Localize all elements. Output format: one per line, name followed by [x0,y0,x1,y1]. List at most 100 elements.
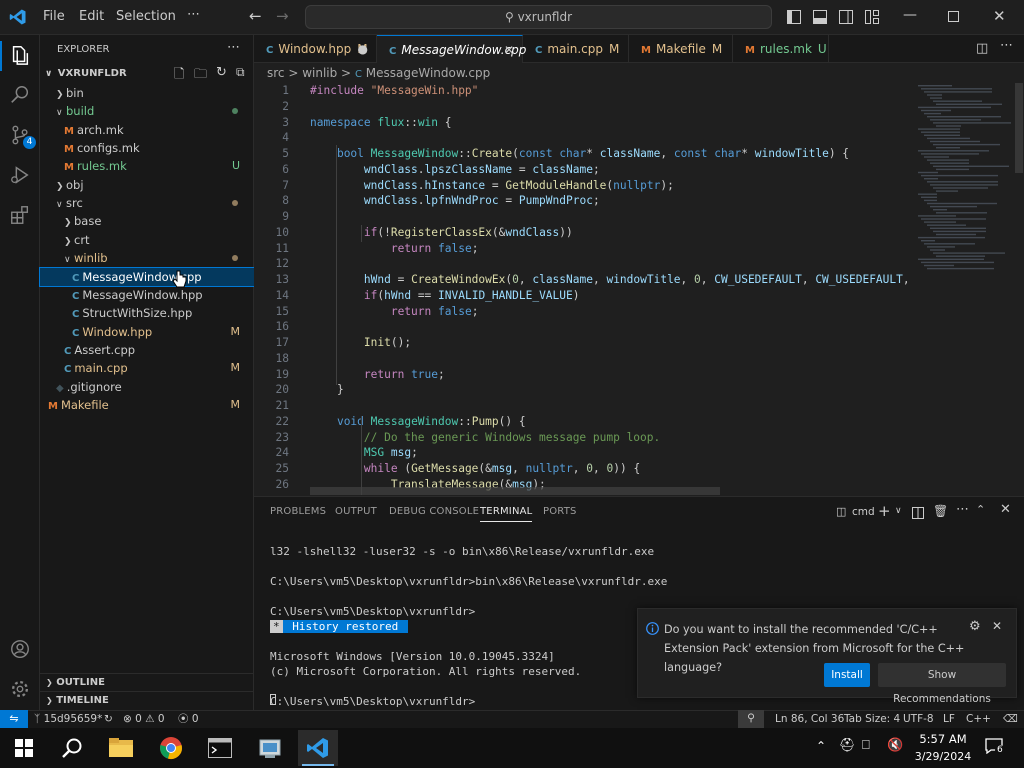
new-terminal-icon[interactable]: + [878,502,891,520]
search-icon[interactable] [6,81,34,109]
tree-item[interactable]: M Makefile M [40,396,254,414]
panel-more-icon[interactable]: ⋯ [956,502,969,517]
code-line[interactable]: namespace flux::win { [310,116,452,129]
toggle-panel-icon[interactable] [813,10,827,24]
outline-section[interactable]: ❯ OUTLINE [40,673,254,691]
split-editor-icon[interactable]: ◫ [976,41,988,56]
extensions-icon[interactable] [6,201,34,229]
editor-tab[interactable]: Mrules.mk U [733,35,829,63]
tree-item[interactable]: C StructWithSize.hpp [40,304,254,322]
code-editor[interactable]: 1 #include "MessageWin.hpp" 2 3 namespace fl… [254,83,910,495]
tree-item[interactable]: ❯ bin [40,84,254,102]
sync-icon[interactable]: ↻ [104,711,113,728]
code-line[interactable]: #include "MessageWin.hpp" [310,84,478,97]
source-control-icon[interactable]: 4 [6,121,36,149]
refresh-icon[interactable]: ↻ [216,65,227,80]
tree-item[interactable]: C MessageWindow.hpp [40,286,254,304]
code-line[interactable]: Init(); [310,336,411,349]
menu-edit[interactable]: Edit [79,9,104,24]
accounts-icon[interactable] [6,635,34,663]
notification-settings-gear-icon[interactable]: ⚙ [969,619,981,634]
editor-tab[interactable]: C Window.hpp M ● [254,35,377,63]
tree-item[interactable]: Mrules.mk U [40,157,254,175]
tree-item[interactable]: ❯ base [40,212,254,230]
panel-tab-output[interactable]: OUTPUT [335,506,377,517]
zoom-search-icon[interactable]: ⚲ [738,710,764,729]
tree-item[interactable]: ❯ obj [40,176,254,194]
back-arrow-icon[interactable]: ← [249,7,262,25]
ports-indicator[interactable]: ⦿ 0 [178,711,199,728]
manage-gear-icon[interactable] [6,675,34,703]
tree-item[interactable]: March.mk [40,121,254,139]
code-line[interactable]: bool MessageWindow::Create(const char* c… [310,147,849,160]
maximize-panel-icon[interactable]: ⌃ [976,503,985,516]
taskbar-time[interactable]: 5:57 AM [916,732,970,746]
close-window-icon[interactable]: ✕ [993,7,1006,25]
menu-more[interactable]: ⋯ [187,7,200,22]
cursor-position[interactable]: Ln 86, Col 36 [775,711,844,728]
customize-layout-icon[interactable] [865,10,879,24]
menu-selection[interactable]: Selection [116,9,176,24]
unsaved-dot-icon[interactable]: ● [358,35,368,63]
code-line[interactable]: void MessageWindow::Pump() { [310,415,526,428]
encoding[interactable]: UTF-8 [903,711,934,728]
terminal-shell-label[interactable]: cmd [852,506,875,518]
vertical-scrollbar[interactable] [1014,83,1024,495]
control-panel-icon[interactable] [254,732,286,764]
panel-tab-problems[interactable]: PROBLEMS [270,506,326,517]
close-panel-icon[interactable]: ✕ [1000,502,1011,517]
show-recommendations-button[interactable]: Show Recommendations [878,663,1006,705]
horizontal-scrollbar[interactable] [310,487,720,495]
network-tray-icon[interactable]: ⎕ [862,738,870,753]
volume-muted-icon[interactable]: 🔇 [887,738,903,753]
menu-file[interactable]: File [43,9,65,24]
chrome-icon[interactable] [155,732,187,764]
split-terminal-icon[interactable] [912,507,924,519]
command-center-search[interactable]: ⚲ vxrunfldr [305,5,772,29]
chevron-down-icon[interactable]: ∨ [895,506,902,516]
terminal-app-icon[interactable] [204,732,236,764]
code-line[interactable]: MSG msg; [310,446,418,459]
minimap[interactable] [910,83,1014,495]
minimize-icon[interactable]: — [903,7,917,23]
code-line[interactable]: wndClass.lpfnWndProc = PumpWndProc; [310,194,600,207]
code-line[interactable]: if(!RegisterClassEx(&wndClass)) [310,226,573,239]
tree-item[interactable]: C MessageWindow.cpp [39,266,255,287]
code-line[interactable]: hWnd = CreateWindowEx(0, className, wind… [310,273,910,286]
notification-close-icon[interactable]: ✕ [992,619,1002,633]
git-branch[interactable]: ᛉ 15d95659* [34,711,102,728]
vscode-logo-icon[interactable] [9,8,27,26]
tree-item[interactable]: C Assert.cpp [40,341,254,359]
code-line[interactable]: wndClass.lpszClassName = className; [310,163,600,176]
forward-arrow-icon[interactable]: → [276,7,289,25]
tree-item[interactable]: Mconfigs.mk [40,139,254,157]
editor-tab[interactable]: C MessageWindow.cpp ✕ [377,35,526,63]
tree-item[interactable]: ∨ build [40,102,254,120]
tree-item[interactable]: ∨ src [40,194,254,212]
maximize-icon[interactable] [948,11,959,22]
tab-size[interactable]: Tab Size: 4 [844,711,900,728]
tree-item[interactable]: ◆ .gitignore [40,378,254,396]
windows-start-icon[interactable] [8,732,40,764]
explorer-more-icon[interactable]: ⋯ [227,40,240,55]
tray-overflow-chevron-icon[interactable]: ⌃ [816,739,826,753]
code-line[interactable]: while (GetMessage(&msg, nullptr, 0, 0)) … [310,462,640,475]
panel-tab-ports[interactable]: PORTS [543,506,577,517]
file-explorer-icon[interactable] [105,732,137,764]
code-line[interactable]: wndClass.hInstance = GetModuleHandle(nul… [310,179,674,192]
trash-icon[interactable]: 🗑 [933,504,948,518]
remote-indicator-icon[interactable]: ⇋ [0,710,28,729]
tree-item[interactable]: ∨ winlib [40,249,254,267]
code-line[interactable]: // Do the generic Windows message pump l… [310,431,660,444]
taskbar-date[interactable]: 3/29/2024 [912,750,974,763]
notifications-bell-icon[interactable]: ⌫ [1003,711,1018,728]
toggle-secondary-sidebar-icon[interactable] [839,10,853,24]
editor-tab[interactable]: M Makefile M [629,35,733,63]
code-line[interactable]: return true; [310,368,445,381]
collapse-all-icon[interactable]: ⧉ [236,65,245,80]
run-debug-icon[interactable] [6,161,34,189]
end-of-line[interactable]: LF [943,711,955,728]
language-mode[interactable]: C++ [966,711,991,728]
security-tray-icon[interactable]: ⛑ [839,738,856,753]
tree-item[interactable]: C Window.hpp M [40,323,254,341]
